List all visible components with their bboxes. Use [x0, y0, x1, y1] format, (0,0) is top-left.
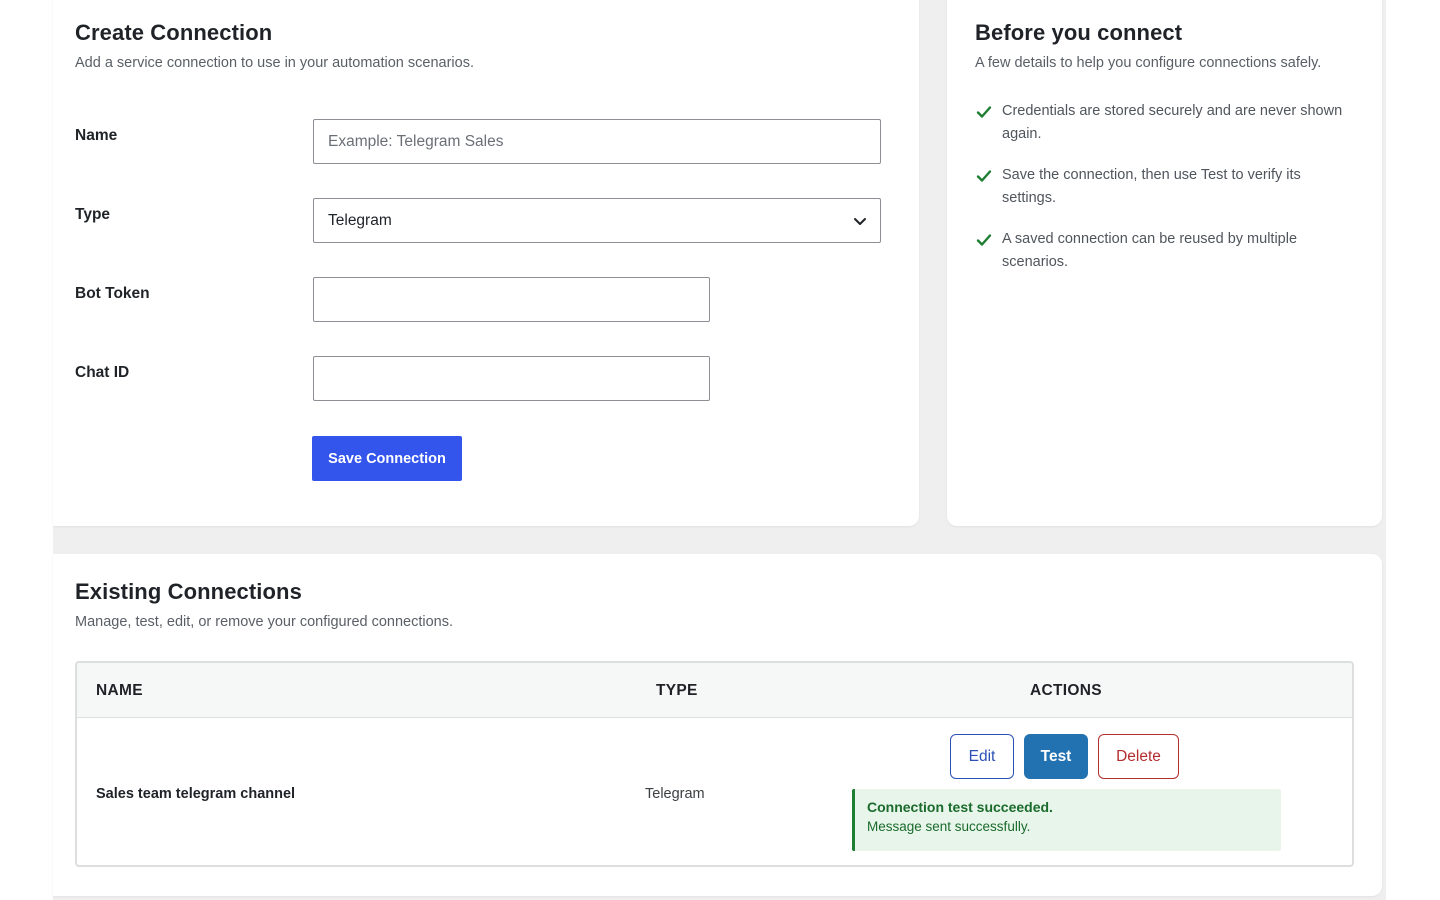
tips-list: Credentials are stored securely and are …	[975, 100, 1355, 292]
bot-token-label: Bot Token	[75, 285, 150, 302]
success-notice: Connection test succeeded. Message sent …	[852, 789, 1281, 851]
tip-item: Save the connection, then use Test to ve…	[975, 164, 1355, 210]
tip-item: Credentials are stored securely and are …	[975, 100, 1355, 146]
bot-token-input[interactable]	[313, 277, 710, 322]
edit-button[interactable]: Edit	[950, 734, 1014, 779]
chat-id-input[interactable]	[313, 356, 710, 401]
delete-button[interactable]: Delete	[1098, 734, 1179, 779]
existing-connections-subtitle: Manage, test, edit, or remove your confi…	[75, 614, 454, 630]
tip-text: Credentials are stored securely and are …	[1002, 103, 1343, 142]
before-you-connect-subtitle: A few details to help you configure conn…	[975, 55, 1322, 71]
name-label: Name	[75, 127, 118, 144]
type-select-value: Telegram	[328, 211, 392, 229]
before-you-connect-title: Before you connect	[975, 20, 1183, 45]
connection-name: Sales team telegram channel	[96, 786, 296, 802]
check-icon	[976, 234, 992, 246]
column-header-name: NAME	[96, 682, 143, 699]
tip-text: A saved connection can be reused by mult…	[1002, 231, 1298, 270]
chat-id-label: Chat ID	[75, 364, 130, 381]
success-notice-title: Connection test succeeded.	[867, 799, 1053, 815]
column-header-type: TYPE	[656, 682, 698, 699]
tip-item: A saved connection can be reused by mult…	[975, 228, 1355, 274]
column-header-actions: ACTIONS	[1030, 682, 1102, 699]
test-button[interactable]: Test	[1024, 734, 1088, 779]
type-select[interactable]: Telegram	[313, 198, 881, 243]
connection-type: Telegram	[645, 786, 705, 802]
existing-connections-title: Existing Connections	[75, 579, 302, 604]
table-header: NAME TYPE ACTIONS	[77, 663, 1352, 718]
connections-table: NAME TYPE ACTIONS Sales team telegram ch…	[75, 661, 1354, 867]
success-notice-message: Message sent successfully.	[867, 819, 1031, 834]
check-icon	[976, 106, 992, 118]
check-icon	[976, 170, 992, 182]
create-connection-title: Create Connection	[75, 20, 273, 45]
save-connection-button[interactable]: Save Connection	[312, 436, 462, 481]
create-connection-card	[53, 0, 919, 526]
tip-text: Save the connection, then use Test to ve…	[1002, 167, 1301, 206]
type-label: Type	[75, 206, 111, 223]
chevron-down-icon	[854, 218, 866, 225]
name-input[interactable]	[313, 119, 881, 164]
create-connection-subtitle: Add a service connection to use in your …	[75, 55, 474, 71]
